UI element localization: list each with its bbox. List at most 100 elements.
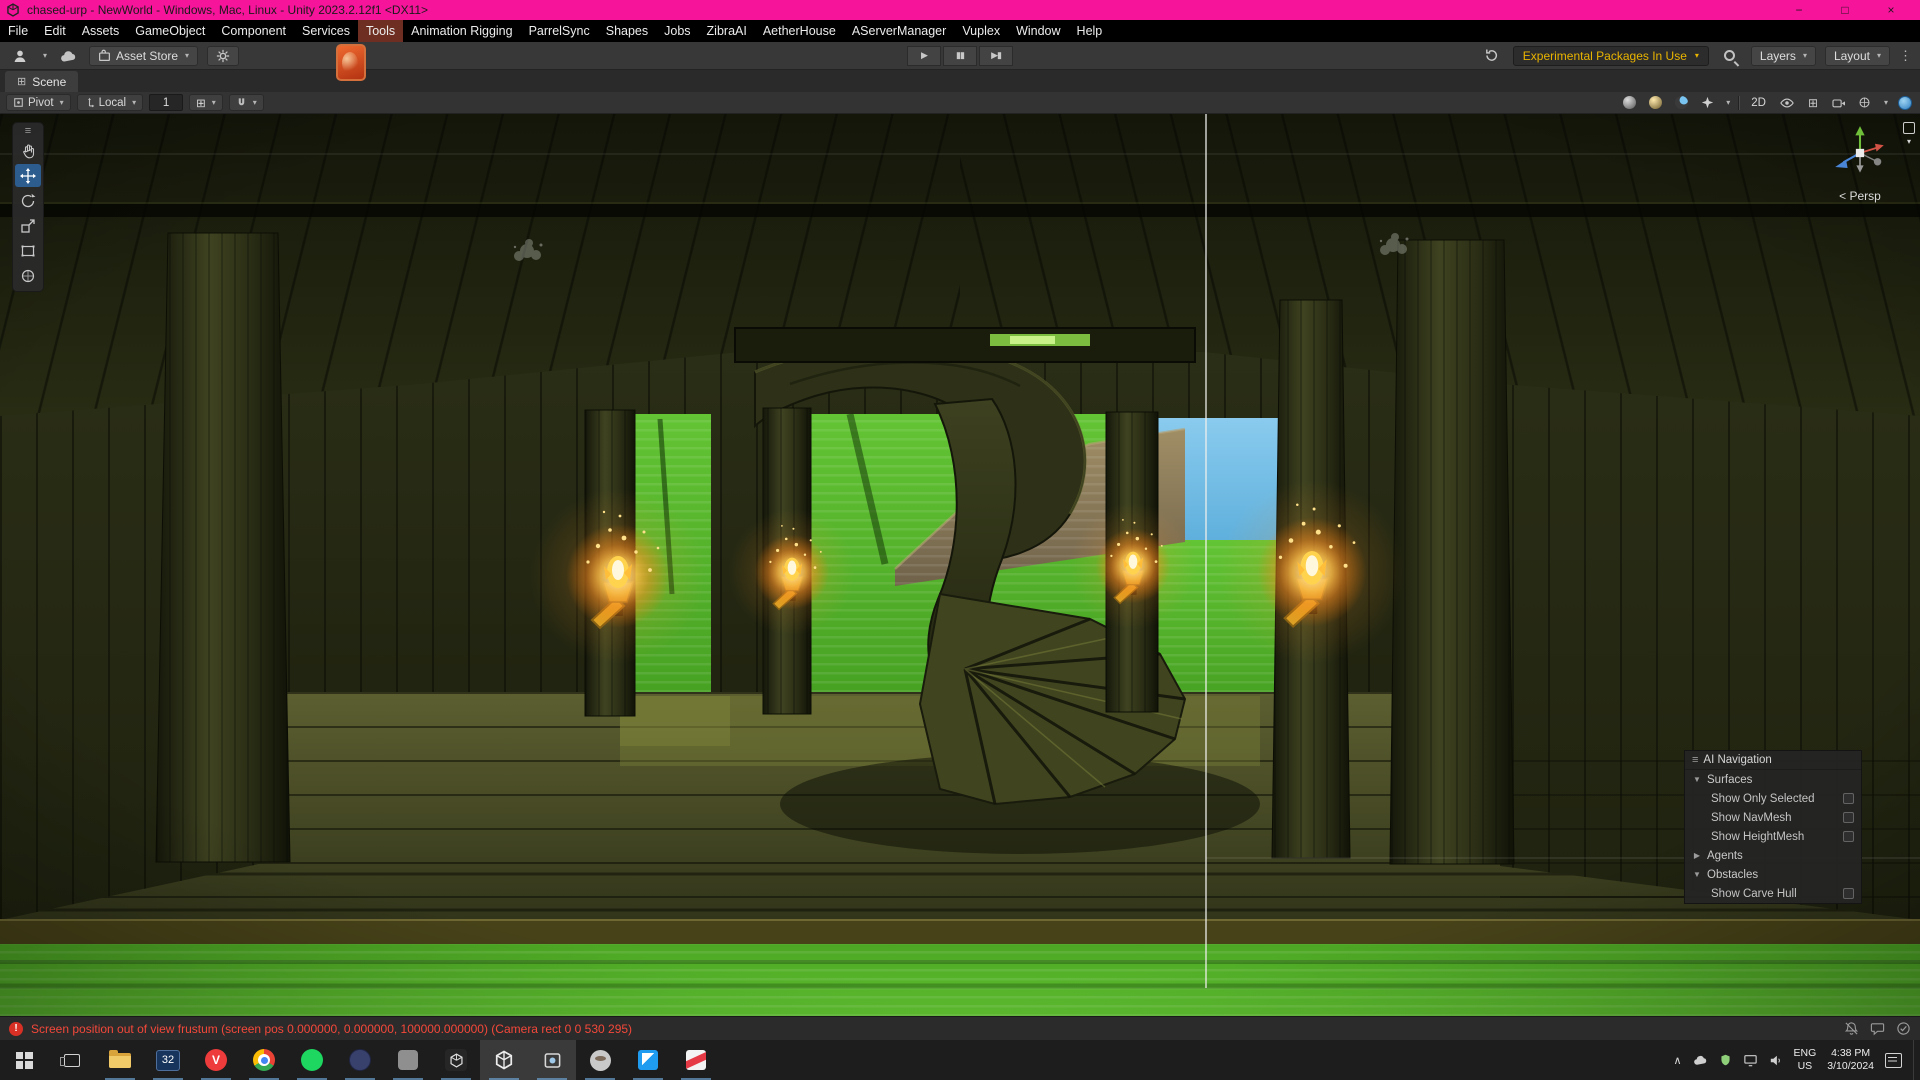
layout-dropdown[interactable]: Layout ▾ <box>1825 46 1890 66</box>
tools-menu-icon[interactable] <box>336 44 366 81</box>
pivot-dropdown[interactable]: Pivot ▾ <box>6 94 71 111</box>
lighting-toggle-icon[interactable] <box>1646 94 1664 112</box>
show-carve-hull-checkbox[interactable] <box>1843 888 1854 899</box>
show-desktop-button[interactable] <box>1913 1040 1917 1080</box>
spotify-button[interactable] <box>288 1040 336 1080</box>
file-explorer-button[interactable] <box>96 1040 144 1080</box>
vscode-button[interactable] <box>624 1040 672 1080</box>
task-view-button[interactable] <box>48 1040 96 1080</box>
search-button[interactable] <box>1718 46 1742 66</box>
menu-file[interactable]: File <box>0 20 36 42</box>
menu-component[interactable]: Component <box>213 20 294 42</box>
counter-app-button[interactable]: 32 <box>144 1040 192 1080</box>
settings-button[interactable] <box>207 46 239 66</box>
render-mode-icon[interactable] <box>1620 94 1638 112</box>
scale-tool[interactable] <box>15 214 41 237</box>
menu-shapes[interactable]: Shapes <box>598 20 656 42</box>
move-tool[interactable] <box>15 164 41 187</box>
maximize-button[interactable]: □ <box>1822 0 1868 20</box>
rect-tool[interactable] <box>15 239 41 262</box>
grid-snap-dropdown[interactable]: ⊞ ▾ <box>189 94 223 111</box>
agents-foldout-icon[interactable]: ▶ <box>1692 851 1702 860</box>
show-heightmesh-checkbox[interactable] <box>1843 831 1854 842</box>
hand-tool[interactable] <box>15 139 41 162</box>
experimental-packages-dropdown[interactable]: Experimental Packages In Use ▾ <box>1513 46 1709 66</box>
show-only-selected-checkbox[interactable] <box>1843 793 1854 804</box>
effects-caret-icon[interactable]: ▾ <box>1726 99 1730 107</box>
language-indicator[interactable]: ENG US <box>1794 1047 1817 1072</box>
tray-volume-icon[interactable] <box>1769 1054 1783 1067</box>
tray-monitor-icon[interactable] <box>1743 1054 1758 1067</box>
asset-store-button[interactable]: Asset Store ▾ <box>89 46 198 66</box>
unity-editor-button[interactable] <box>480 1040 528 1080</box>
play-button[interactable]: ▶ <box>907 46 941 66</box>
grid-visibility-icon[interactable]: ⊞ <box>1804 94 1822 112</box>
layers-dropdown[interactable]: Layers ▾ <box>1751 46 1816 66</box>
close-button[interactable]: × <box>1868 0 1914 20</box>
menu-help[interactable]: Help <box>1069 20 1111 42</box>
menu-aetherhouse[interactable]: AetherHouse <box>755 20 844 42</box>
local-dropdown[interactable]: Local ▾ <box>77 94 144 111</box>
menu-parrelsync[interactable]: ParrelSync <box>521 20 598 42</box>
menu-edit[interactable]: Edit <box>36 20 74 42</box>
tray-shield-icon[interactable] <box>1719 1053 1732 1067</box>
scene-cloud-icon[interactable] <box>1896 94 1914 112</box>
tab-scene[interactable]: ⊞ Scene <box>5 71 78 92</box>
rotate-tool[interactable] <box>15 189 41 212</box>
transform-tool[interactable] <box>15 264 41 287</box>
scene-visibility-icon[interactable] <box>1778 94 1796 112</box>
obstacles-section-header[interactable]: ▼ Obstacles <box>1685 865 1861 884</box>
minimize-button[interactable]: − <box>1776 0 1822 20</box>
agents-section-header[interactable]: ▶ Agents <box>1685 846 1861 865</box>
audio-toggle-icon[interactable] <box>1672 94 1690 112</box>
gizmos-dropdown-icon[interactable] <box>1856 94 1874 112</box>
error-icon[interactable]: ! <box>9 1022 23 1036</box>
menu-animation-rigging[interactable]: Animation Rigging <box>403 20 520 42</box>
error-message[interactable]: Screen position out of view frustum (scr… <box>31 1022 632 1036</box>
mute-notifications-icon[interactable] <box>1844 1021 1859 1036</box>
menu-tools[interactable]: Tools <box>358 20 403 42</box>
overlay-box-icon[interactable] <box>1903 122 1915 134</box>
camera-settings-icon[interactable] <box>1830 94 1848 112</box>
gimp-button[interactable] <box>576 1040 624 1080</box>
menu-aservermanager[interactable]: AServerManager <box>844 20 955 42</box>
console-message-icon[interactable] <box>1870 1021 1885 1036</box>
chrome-button[interactable] <box>240 1040 288 1080</box>
scene-viewport[interactable]: ≡ <box>0 114 1920 1016</box>
snap-increment-dropdown[interactable]: ▾ <box>229 94 264 111</box>
cloud-button[interactable] <box>56 46 80 66</box>
action-center-icon[interactable] <box>1885 1053 1902 1068</box>
menu-zibraai[interactable]: ZibraAI <box>699 20 755 42</box>
vivaldi-button[interactable]: V <box>192 1040 240 1080</box>
pause-button[interactable]: ▮▮ <box>943 46 977 66</box>
undo-history-button[interactable] <box>1480 46 1504 66</box>
unity-hub-button[interactable] <box>432 1040 480 1080</box>
2d-mode-toggle[interactable]: 2D <box>1747 97 1770 109</box>
tray-cloud-icon[interactable] <box>1693 1054 1708 1066</box>
menu-jobs[interactable]: Jobs <box>656 20 698 42</box>
surfaces-foldout-icon[interactable]: ▼ <box>1692 775 1702 784</box>
toolbar-menu-dots-icon[interactable]: ⋮ <box>1899 48 1912 64</box>
toolstrip-grip-icon[interactable]: ≡ <box>25 125 31 137</box>
scene-orientation-gizmo[interactable]: < Persp <box>1824 122 1896 203</box>
account-button[interactable] <box>8 46 32 66</box>
surfaces-section-header[interactable]: ▼ Surfaces <box>1685 770 1861 789</box>
axis-gizmo-icon[interactable] <box>1828 122 1892 184</box>
menu-assets[interactable]: Assets <box>74 20 128 42</box>
viewport-menu-caret-icon[interactable]: ▾ <box>1907 137 1911 146</box>
menu-vuplex[interactable]: Vuplex <box>954 20 1008 42</box>
red-white-app-button[interactable] <box>672 1040 720 1080</box>
start-button[interactable] <box>0 1040 48 1080</box>
clock[interactable]: 4:38 PM 3/10/2024 <box>1827 1047 1874 1072</box>
show-navmesh-checkbox[interactable] <box>1843 812 1854 823</box>
unity-editor-window-button[interactable] <box>528 1040 576 1080</box>
dark-app-button[interactable] <box>336 1040 384 1080</box>
menu-window[interactable]: Window <box>1008 20 1068 42</box>
menu-services[interactable]: Services <box>294 20 358 42</box>
step-button[interactable]: ▶▮ <box>979 46 1013 66</box>
menu-gameobject[interactable]: GameObject <box>127 20 213 42</box>
gizmos-caret-icon[interactable]: ▾ <box>1884 99 1888 107</box>
gray-app-button[interactable] <box>384 1040 432 1080</box>
effects-toggle-icon[interactable] <box>1698 94 1716 112</box>
tray-expand-icon[interactable]: ∧ <box>1673 1054 1681 1067</box>
